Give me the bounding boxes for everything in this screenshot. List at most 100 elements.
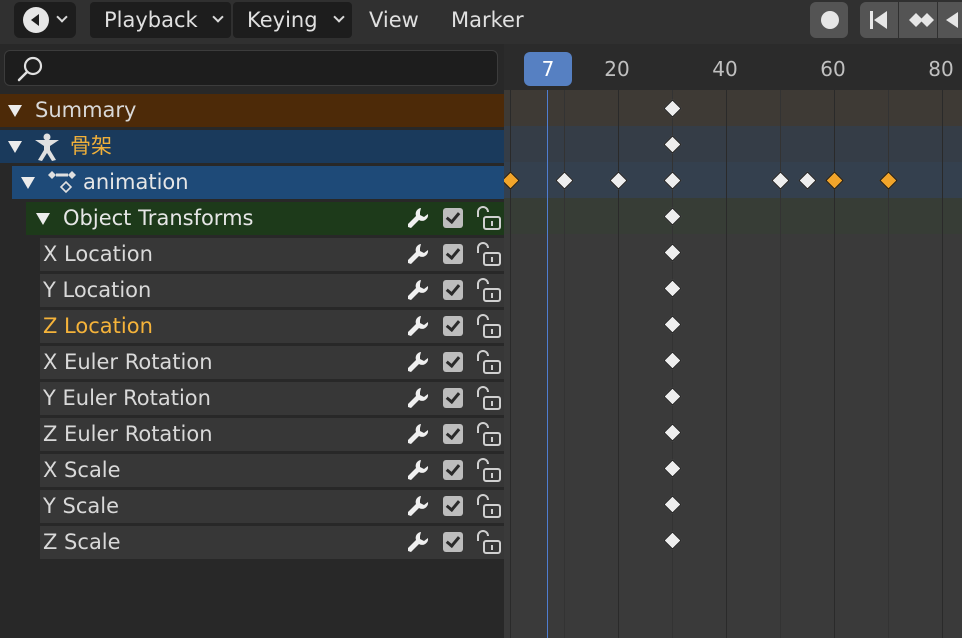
channel-armature[interactable]: 骨架	[0, 130, 504, 163]
mute-checkbox[interactable]	[443, 496, 463, 516]
current-frame-indicator[interactable]: 7	[524, 52, 572, 86]
frame-tick-label: 40	[712, 57, 738, 81]
keyframe-diamond[interactable]	[662, 350, 682, 370]
wrench-icon[interactable]	[406, 206, 430, 230]
channel-label: X Location	[43, 242, 153, 266]
group-band	[504, 198, 962, 234]
mute-checkbox[interactable]	[443, 316, 463, 336]
editor-type-button[interactable]	[14, 2, 76, 38]
record-button[interactable]	[810, 2, 848, 38]
dopesheet-header: Playback Keying View Marker	[0, 0, 962, 44]
wrench-icon[interactable]	[406, 494, 430, 518]
frame-tick-label: 20	[604, 57, 630, 81]
armature-icon	[35, 133, 59, 161]
play-reverse-icon	[946, 12, 958, 28]
keyframe-diamond[interactable]	[662, 458, 682, 478]
wrench-icon[interactable]	[406, 458, 430, 482]
unlock-icon[interactable]	[473, 384, 503, 412]
channel-summary[interactable]: Summary	[0, 94, 504, 127]
menu-keying-label: Keying	[247, 8, 318, 32]
collapse-triangle-icon[interactable]	[8, 105, 22, 117]
menu-playback-label: Playback	[104, 8, 198, 32]
unlock-icon[interactable]	[473, 312, 503, 340]
unlock-icon[interactable]	[473, 492, 503, 520]
keyframe-diamond[interactable]	[662, 278, 682, 298]
wrench-icon[interactable]	[406, 386, 430, 410]
menu-marker[interactable]: Marker	[451, 2, 524, 38]
chevron-down-icon	[212, 11, 224, 23]
grid-line	[726, 90, 727, 638]
play-reverse-button[interactable]	[938, 2, 962, 38]
menu-keying[interactable]: Keying	[233, 2, 352, 38]
unlock-icon[interactable]	[473, 240, 503, 268]
channel-label: Y Scale	[43, 494, 120, 518]
keyframe-diamond[interactable]	[662, 386, 682, 406]
mute-checkbox[interactable]	[443, 388, 463, 408]
channel-action[interactable]: animation	[12, 166, 504, 199]
unlock-icon[interactable]	[473, 204, 503, 232]
channel-label: Y Location	[43, 278, 152, 302]
wrench-icon[interactable]	[406, 530, 430, 554]
wrench-icon[interactable]	[406, 350, 430, 374]
jump-to-start-button[interactable]	[860, 2, 898, 38]
mute-checkbox[interactable]	[443, 244, 463, 264]
keyframe-diamond[interactable]	[662, 530, 682, 550]
channel-action-label: animation	[83, 170, 189, 194]
wrench-icon[interactable]	[406, 314, 430, 338]
menu-playback[interactable]: Playback	[90, 2, 231, 38]
search-input[interactable]	[4, 50, 498, 86]
keyframe-diamond[interactable]	[662, 494, 682, 514]
unlock-icon[interactable]	[473, 528, 503, 556]
jump-to-start-icon	[870, 11, 887, 29]
channel-armature-label: 骨架	[70, 134, 112, 158]
channel-label: X Scale	[43, 458, 121, 482]
wrench-icon[interactable]	[406, 278, 430, 302]
unlock-icon[interactable]	[473, 420, 503, 448]
fcurve-channel[interactable]: Y Scale	[40, 490, 504, 523]
menu-view[interactable]: View	[369, 2, 419, 38]
fcurve-channel[interactable]: X Location	[40, 238, 504, 271]
action-icon	[48, 171, 76, 194]
record-icon	[821, 11, 839, 29]
fcurve-channel[interactable]: X Scale	[40, 454, 504, 487]
keyframe-diamond[interactable]	[662, 422, 682, 442]
fcurve-channel[interactable]: Y Euler Rotation	[40, 382, 504, 415]
mute-checkbox[interactable]	[443, 280, 463, 300]
mute-checkbox[interactable]	[443, 424, 463, 444]
unlock-icon[interactable]	[473, 276, 503, 304]
search-icon	[17, 56, 43, 82]
channel-group[interactable]: Object Transforms	[26, 202, 504, 235]
summary-band	[504, 90, 962, 126]
frame-tick-label: 60	[820, 57, 846, 81]
fcurve-channel[interactable]: Z Scale	[40, 526, 504, 559]
fcurve-channel[interactable]: X Euler Rotation	[40, 346, 504, 379]
mute-checkbox[interactable]	[443, 352, 463, 372]
collapse-triangle-icon[interactable]	[8, 141, 22, 153]
wrench-icon[interactable]	[406, 242, 430, 266]
fcurve-channel-active[interactable]: Z Location	[40, 310, 504, 343]
keyframe-area[interactable]	[504, 90, 962, 638]
channel-label: Y Euler Rotation	[43, 386, 211, 410]
fcurve-channel[interactable]: Y Location	[40, 274, 504, 307]
channel-label: Z Euler Rotation	[43, 422, 213, 446]
frame-ruler[interactable]: 20 40 60 80	[504, 44, 962, 90]
keyframe-diamond[interactable]	[662, 242, 682, 262]
playhead-line[interactable]	[547, 90, 548, 638]
mute-checkbox[interactable]	[443, 532, 463, 552]
collapse-triangle-icon[interactable]	[21, 177, 35, 189]
mute-checkbox[interactable]	[443, 460, 463, 480]
channel-label: X Euler Rotation	[43, 350, 213, 374]
keyframe-diamond[interactable]	[662, 314, 682, 334]
collapse-triangle-icon[interactable]	[36, 213, 50, 225]
keyframe-jump-prev-icon	[909, 13, 934, 27]
armature-band	[504, 126, 962, 162]
keyframe-jump-prev-button[interactable]	[899, 2, 937, 38]
chevron-down-icon	[333, 11, 345, 23]
unlock-icon[interactable]	[473, 456, 503, 484]
wrench-icon[interactable]	[406, 422, 430, 446]
unlock-icon[interactable]	[473, 348, 503, 376]
frame-tick-label: 80	[928, 57, 954, 81]
grid-line	[942, 90, 943, 638]
mute-checkbox[interactable]	[443, 208, 463, 228]
fcurve-channel[interactable]: Z Euler Rotation	[40, 418, 504, 451]
